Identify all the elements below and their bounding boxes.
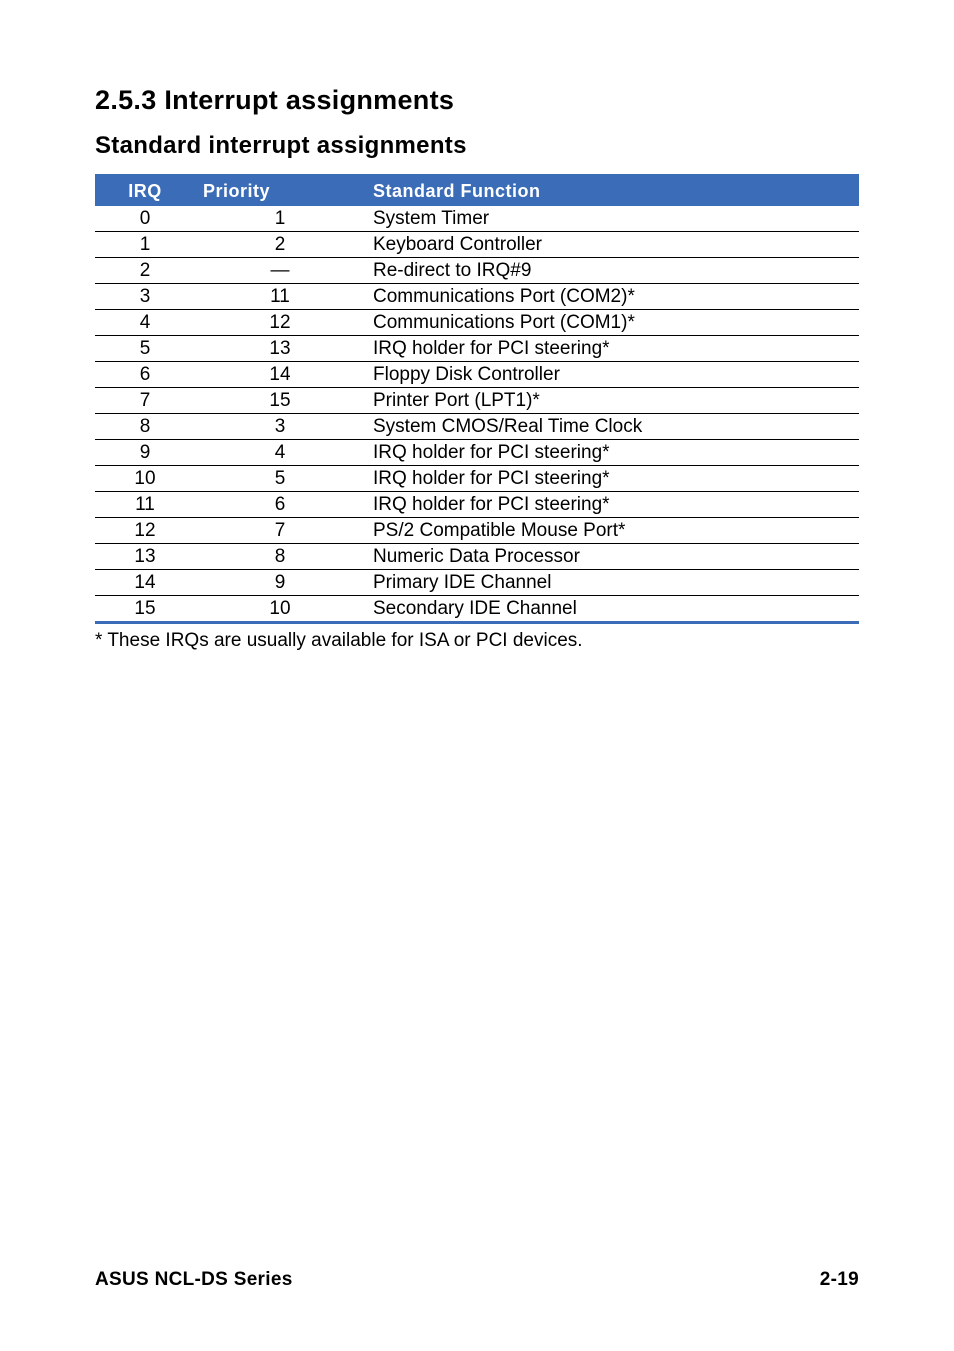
- cell-func: Communications Port (COM1)*: [365, 310, 859, 336]
- cell-irq: 11: [95, 492, 195, 518]
- cell-irq: 14: [95, 570, 195, 596]
- cell-func: IRQ holder for PCI steering*: [365, 492, 859, 518]
- cell-irq: 5: [95, 336, 195, 362]
- table-row: 311Communications Port (COM2)*: [95, 284, 859, 310]
- table-row: 412Communications Port (COM1)*: [95, 310, 859, 336]
- table-footnote: * These IRQs are usually available for I…: [95, 630, 859, 652]
- cell-priority: 13: [195, 336, 365, 362]
- cell-priority: 7: [195, 518, 365, 544]
- table-row: 94IRQ holder for PCI steering*: [95, 440, 859, 466]
- cell-priority: 10: [195, 596, 365, 623]
- cell-irq: 10: [95, 466, 195, 492]
- cell-func: Communications Port (COM2)*: [365, 284, 859, 310]
- cell-priority: 4: [195, 440, 365, 466]
- cell-func: IRQ holder for PCI steering*: [365, 336, 859, 362]
- table-row: 116IRQ holder for PCI steering*: [95, 492, 859, 518]
- footer-right: 2-19: [820, 1269, 859, 1291]
- cell-priority: 14: [195, 362, 365, 388]
- header-irq: IRQ: [95, 176, 195, 207]
- cell-irq: 4: [95, 310, 195, 336]
- cell-irq: 12: [95, 518, 195, 544]
- cell-priority: 3: [195, 414, 365, 440]
- cell-func: System CMOS/Real Time Clock: [365, 414, 859, 440]
- cell-irq: 9: [95, 440, 195, 466]
- cell-priority: 1: [195, 206, 365, 232]
- cell-irq: 15: [95, 596, 195, 623]
- cell-irq: 7: [95, 388, 195, 414]
- page-footer: ASUS NCL-DS Series 2-19: [95, 1269, 859, 1291]
- cell-func: Primary IDE Channel: [365, 570, 859, 596]
- cell-func: IRQ holder for PCI steering*: [365, 466, 859, 492]
- cell-irq: 8: [95, 414, 195, 440]
- cell-func: System Timer: [365, 206, 859, 232]
- cell-func: Keyboard Controller: [365, 232, 859, 258]
- cell-priority: 6: [195, 492, 365, 518]
- cell-priority: 15: [195, 388, 365, 414]
- cell-priority: 5: [195, 466, 365, 492]
- table-row: 513IRQ holder for PCI steering*: [95, 336, 859, 362]
- table-row: 149Primary IDE Channel: [95, 570, 859, 596]
- table-row: 83System CMOS/Real Time Clock: [95, 414, 859, 440]
- table-row: 2—Re-direct to IRQ#9: [95, 258, 859, 284]
- cell-priority: 12: [195, 310, 365, 336]
- cell-irq: 13: [95, 544, 195, 570]
- cell-irq: 2: [95, 258, 195, 284]
- footer-left: ASUS NCL-DS Series: [95, 1269, 293, 1291]
- section-heading: 2.5.3 Interrupt assignments: [95, 85, 859, 116]
- cell-func: Re-direct to IRQ#9: [365, 258, 859, 284]
- table-row: 105IRQ holder for PCI steering*: [95, 466, 859, 492]
- table-row: 715Printer Port (LPT1)*: [95, 388, 859, 414]
- table-row: 1510Secondary IDE Channel: [95, 596, 859, 623]
- table-row: 138Numeric Data Processor: [95, 544, 859, 570]
- cell-priority: 8: [195, 544, 365, 570]
- cell-irq: 0: [95, 206, 195, 232]
- table-row: 12Keyboard Controller: [95, 232, 859, 258]
- header-func: Standard Function: [365, 176, 859, 207]
- cell-func: Secondary IDE Channel: [365, 596, 859, 623]
- cell-irq: 3: [95, 284, 195, 310]
- table-row: 614Floppy Disk Controller: [95, 362, 859, 388]
- cell-func: PS/2 Compatible Mouse Port*: [365, 518, 859, 544]
- table-row: 127PS/2 Compatible Mouse Port*: [95, 518, 859, 544]
- cell-func: Floppy Disk Controller: [365, 362, 859, 388]
- cell-priority: 11: [195, 284, 365, 310]
- cell-func: Numeric Data Processor: [365, 544, 859, 570]
- irq-table: IRQ Priority Standard Function 01System …: [95, 174, 859, 624]
- cell-priority: 2: [195, 232, 365, 258]
- sub-heading: Standard interrupt assignments: [95, 132, 859, 160]
- cell-func: Printer Port (LPT1)*: [365, 388, 859, 414]
- cell-irq: 6: [95, 362, 195, 388]
- table-row: 01System Timer: [95, 206, 859, 232]
- cell-func: IRQ holder for PCI steering*: [365, 440, 859, 466]
- header-priority: Priority: [195, 176, 365, 207]
- cell-irq: 1: [95, 232, 195, 258]
- cell-priority: —: [195, 258, 365, 284]
- table-header-row: IRQ Priority Standard Function: [95, 176, 859, 207]
- cell-priority: 9: [195, 570, 365, 596]
